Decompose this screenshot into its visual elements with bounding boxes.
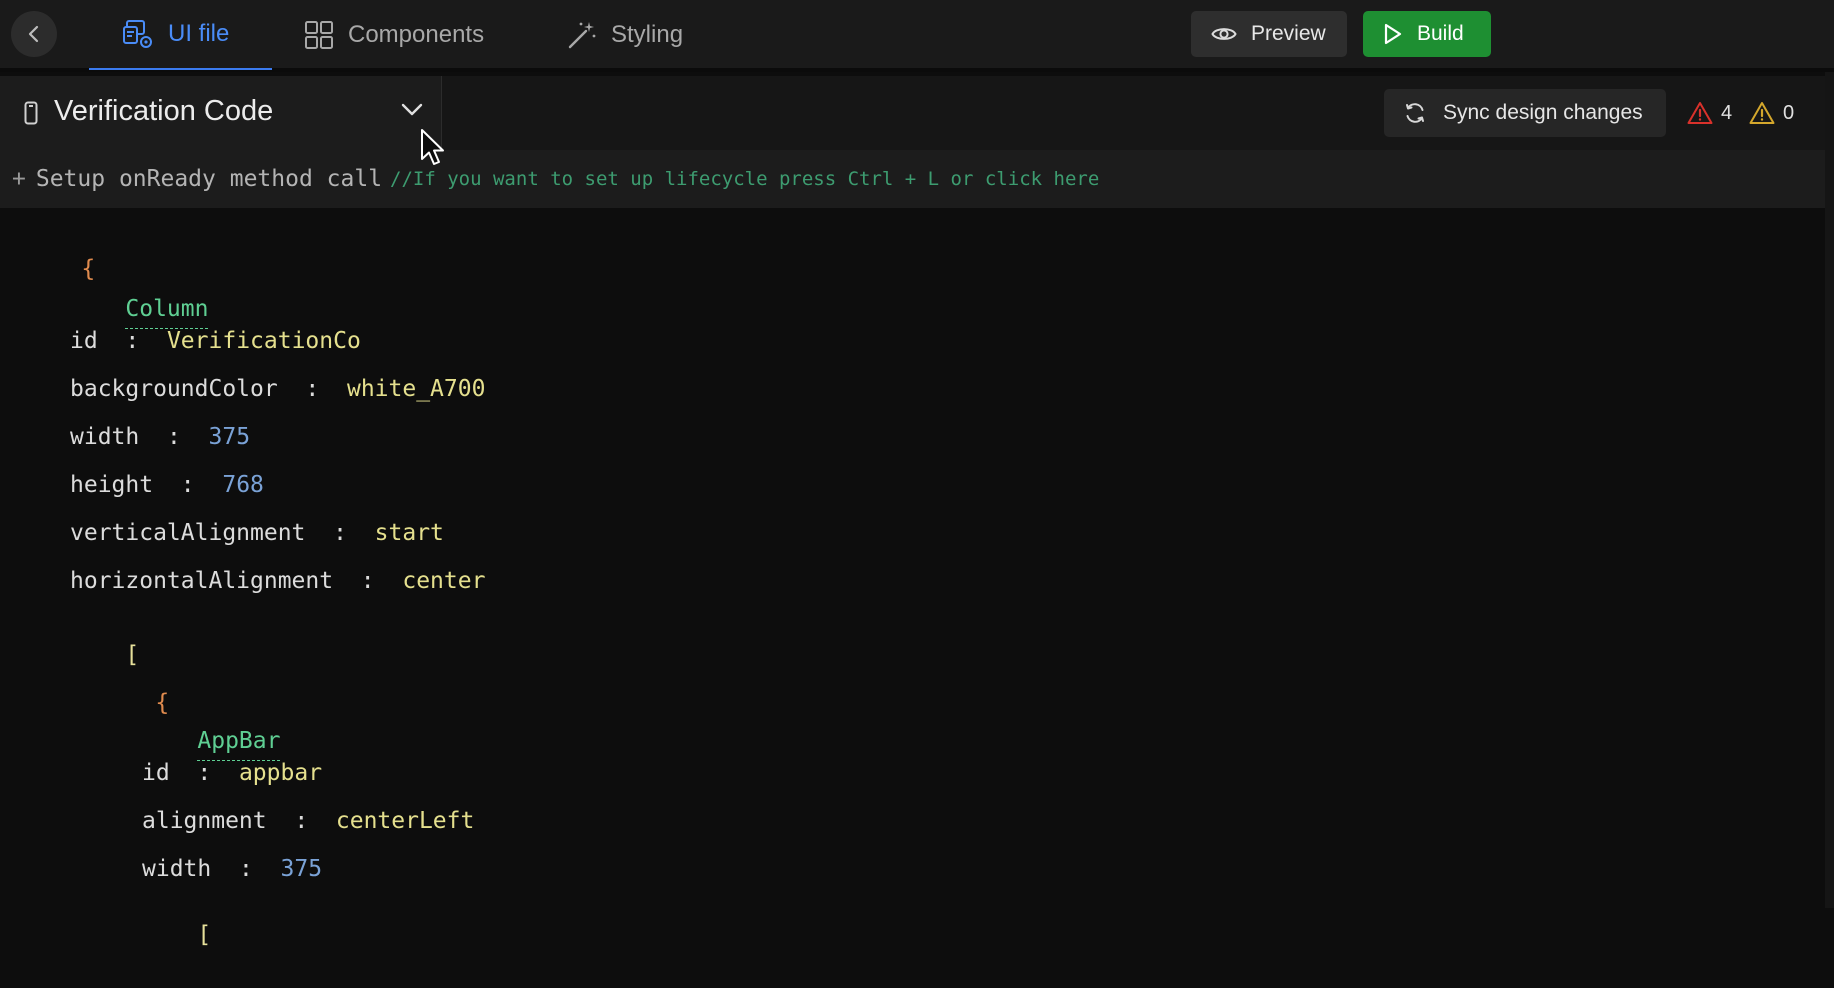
mobile-phone-icon bbox=[24, 101, 38, 125]
code-line: backgroundColor : white_A700 bbox=[70, 376, 486, 402]
prop-key: id bbox=[142, 760, 170, 786]
lifecycle-hint-comment: //If you want to set up lifecycle press … bbox=[390, 168, 1100, 190]
prop-key: width bbox=[142, 856, 212, 882]
components-grid-icon bbox=[305, 21, 333, 49]
preview-button-label: Preview bbox=[1251, 22, 1326, 45]
code-line: alignment : centerLeft bbox=[142, 808, 475, 834]
prop-key: backgroundColor bbox=[70, 376, 278, 402]
top-toolbar: UI file Components Styling Preview Build bbox=[0, 0, 1834, 72]
prop-value[interactable]: 768 bbox=[222, 472, 264, 498]
error-count[interactable]: 4 bbox=[1687, 101, 1732, 125]
code-line: width : 375 bbox=[142, 856, 323, 882]
prop-key: width bbox=[70, 424, 140, 450]
plus-icon: + bbox=[12, 166, 26, 192]
magic-wand-icon bbox=[568, 22, 596, 49]
chevron-down-icon bbox=[401, 103, 423, 116]
sync-button-label: Sync design changes bbox=[1443, 101, 1643, 124]
build-button[interactable]: Build bbox=[1363, 11, 1491, 57]
prop-value[interactable]: 375 bbox=[281, 856, 323, 882]
mouse-cursor-icon bbox=[421, 129, 444, 165]
setup-onready-label: Setup onReady method call bbox=[35, 166, 383, 192]
code-line: height : 768 bbox=[70, 472, 264, 498]
prop-key: height bbox=[70, 472, 154, 498]
prop-value[interactable]: center bbox=[402, 568, 485, 594]
prop-key: horizontalAlignment bbox=[70, 568, 334, 594]
back-button[interactable] bbox=[11, 11, 57, 57]
prop-key: id bbox=[70, 328, 98, 354]
screen-title: Verification Code bbox=[54, 95, 274, 127]
play-icon bbox=[1384, 23, 1402, 45]
prop-key: verticalAlignment bbox=[70, 520, 306, 546]
screen-selector-dropdown[interactable]: Verification Code bbox=[0, 76, 442, 150]
warning-count-value: 0 bbox=[1783, 101, 1795, 124]
preview-button[interactable]: Preview bbox=[1191, 11, 1347, 57]
prop-value[interactable]: 375 bbox=[209, 424, 251, 450]
code-editor[interactable]: { Column id : VerificationCo backgroundC… bbox=[0, 208, 1825, 948]
tab-ui-file-label: UI file bbox=[168, 20, 230, 47]
build-button-label: Build bbox=[1417, 22, 1464, 45]
tab-components[interactable]: Components bbox=[304, 0, 484, 70]
sync-design-changes-button[interactable]: Sync design changes bbox=[1384, 89, 1666, 137]
widget-appbar[interactable]: AppBar bbox=[197, 728, 281, 761]
vertical-scrollbar[interactable] bbox=[1825, 72, 1834, 908]
code-line: id : appbar bbox=[142, 760, 323, 786]
code-line: verticalAlignment : start bbox=[70, 520, 444, 546]
prop-value[interactable]: VerificationCo bbox=[167, 328, 361, 354]
prop-value[interactable]: start bbox=[375, 520, 444, 546]
ui-file-icon bbox=[123, 20, 152, 48]
prop-value[interactable]: centerLeft bbox=[336, 808, 474, 834]
tab-styling-label: Styling bbox=[611, 21, 684, 48]
error-triangle-icon bbox=[1687, 102, 1713, 124]
eye-icon bbox=[1211, 28, 1237, 40]
tab-ui-file[interactable]: UI file bbox=[89, 0, 272, 70]
tab-styling[interactable]: Styling bbox=[567, 0, 683, 70]
partial-bracket: [ bbox=[197, 922, 212, 948]
sync-icon bbox=[1406, 103, 1424, 123]
prop-key: alignment bbox=[142, 808, 267, 834]
error-count-value: 4 bbox=[1721, 101, 1733, 124]
chevron-left-icon bbox=[28, 25, 39, 43]
tab-components-label: Components bbox=[348, 21, 485, 48]
setup-onready-bar[interactable]: + Setup onReady method call //If you wan… bbox=[0, 150, 1825, 208]
code-line: width : 375 bbox=[70, 424, 251, 450]
widget-column[interactable]: Column bbox=[125, 296, 209, 329]
warning-triangle-icon bbox=[1749, 102, 1775, 124]
prop-value[interactable]: appbar bbox=[239, 760, 322, 786]
prop-value[interactable]: white_A700 bbox=[347, 376, 485, 402]
code-line: horizontalAlignment : center bbox=[70, 568, 486, 594]
screen-bar: Verification Code Sync design changes 4 … bbox=[0, 76, 1825, 150]
warning-count[interactable]: 0 bbox=[1749, 101, 1794, 125]
code-line: id : VerificationCo bbox=[70, 328, 361, 354]
